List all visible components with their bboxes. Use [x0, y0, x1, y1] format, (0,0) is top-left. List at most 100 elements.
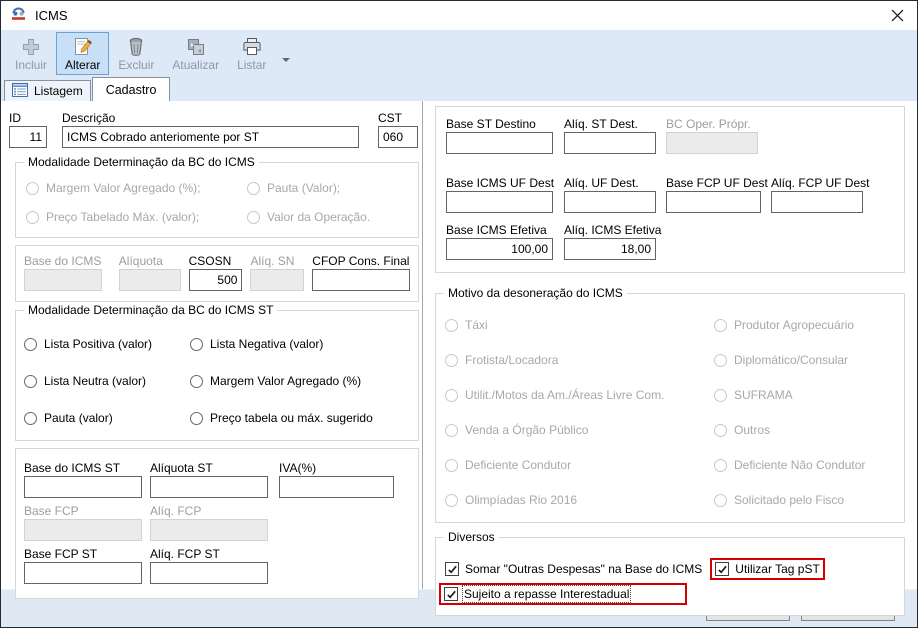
radio-lista-neutra[interactable]: Lista Neutra (valor): [24, 374, 190, 388]
radio-diplomatico-consular[interactable]: Diplomático/Consular: [714, 353, 904, 367]
checkbox-somar-outras-despesas[interactable]: Somar "Outras Despesas" na Base do ICMS: [445, 561, 702, 577]
close-icon[interactable]: [877, 1, 917, 30]
checkbox-sujeito-repasse-interestadual[interactable]: Sujeito a repasse Interestadual: [444, 586, 629, 602]
radio-margem-valor-agregado[interactable]: Margem Valor Agregado (%);: [26, 181, 247, 195]
checkbox-utilizar-tag-pst[interactable]: Utilizar Tag pST: [715, 561, 819, 577]
toolbar-button-alterar[interactable]: Alterar: [56, 32, 109, 75]
radio-solicitado-pelo-fisco[interactable]: Solicitado pelo Fisco: [714, 493, 904, 507]
radio-taxi[interactable]: Táxi: [445, 318, 714, 332]
tab-cadastro[interactable]: Cadastro: [92, 77, 171, 101]
cst-field[interactable]: CST 060: [378, 111, 418, 148]
aliq-fcp-uf-dest-input[interactable]: [771, 191, 863, 213]
base-do-icms-st-field[interactable]: Base do ICMS ST: [24, 461, 142, 498]
groupbox-modalidade-bc: Modalidade Determinação da BC do ICMS Ma…: [15, 162, 419, 238]
radio-circle-icon: [247, 182, 260, 195]
aliq-st-dest-field[interactable]: Alíq. ST Dest.: [564, 117, 656, 154]
radio-lista-positiva[interactable]: Lista Positiva (valor): [24, 337, 190, 351]
checkbox-checked-icon: [715, 562, 729, 576]
csosn-input[interactable]: 500: [189, 269, 243, 291]
iva-input[interactable]: [279, 476, 394, 498]
tab-label: Listagem: [34, 84, 83, 98]
radio-circle-icon: [445, 494, 458, 507]
radio-lista-negativa[interactable]: Lista Negativa (valor): [190, 337, 418, 351]
groupbox-diversos: Diversos Somar "Outras Despesas" na Base…: [435, 537, 905, 616]
iva-field[interactable]: IVA(%): [279, 461, 394, 498]
id-input[interactable]: 11: [9, 126, 47, 148]
descricao-field[interactable]: Descrição ICMS Cobrado anteriomente por …: [62, 111, 359, 148]
base-fcp-uf-dest-field[interactable]: Base FCP UF Dest: [666, 176, 761, 213]
base-fcp-input: [24, 519, 142, 541]
radio-preco-tabela-max-sugerido[interactable]: Preço tabela ou máx. sugerido: [190, 411, 418, 425]
cfop-cons-final-field[interactable]: CFOP Cons. Final: [312, 254, 410, 291]
highlight-box-utilizar-tag-pst: Utilizar Tag pST: [710, 558, 824, 580]
toolbar-button-label: Listar: [237, 58, 266, 72]
aliq-fcp-field: Alíq. FCP: [150, 504, 268, 541]
aliq-st-dest-input[interactable]: [564, 132, 656, 154]
base-icms-uf-dest-input[interactable]: [446, 191, 553, 213]
groupbox-title: Modalidade Determinação da BC do ICMS: [24, 155, 259, 169]
base-st-destino-field[interactable]: Base ST Destino: [446, 117, 553, 154]
radio-preco-tabelado-max[interactable]: Preço Tabelado Máx. (valor);: [26, 210, 247, 224]
base-st-destino-input[interactable]: [446, 132, 553, 154]
aliq-sn-input: [250, 269, 304, 291]
base-fcp-st-field[interactable]: Base FCP ST: [24, 547, 142, 584]
radio-suframa[interactable]: SUFRAMA: [714, 388, 904, 402]
aliq-uf-dest-input[interactable]: [564, 191, 656, 213]
base-fcp-uf-dest-input[interactable]: [666, 191, 761, 213]
cadastro-panel: ID 11 Descrição ICMS Cobrado anterioment…: [1, 101, 917, 589]
base-fcp-st-input[interactable]: [24, 562, 142, 584]
radio-outros[interactable]: Outros: [714, 423, 904, 437]
aliq-icms-efetiva-input[interactable]: 18,00: [564, 238, 656, 260]
aliq-uf-dest-field[interactable]: Alíq. UF Dest.: [564, 176, 656, 213]
toolbar: Incluir Alterar: [1, 30, 917, 77]
cst-input[interactable]: 060: [378, 126, 418, 148]
column-divider: [422, 101, 423, 589]
radio-utilit-motos-am[interactable]: Utilit./Motos da Am./Áreas Livre Com.: [445, 388, 714, 402]
aliquota-st-field[interactable]: Alíquota ST: [150, 461, 268, 498]
radio-deficiente-condutor[interactable]: Deficiente Condutor: [445, 458, 714, 472]
bc-oper-propr-field: BC Oper. Própr.: [666, 117, 758, 154]
radio-frotista-locadora[interactable]: Frotista/Locadora: [445, 353, 714, 367]
aliq-fcp-st-input[interactable]: [150, 562, 268, 584]
toolbar-button-excluir[interactable]: Excluir: [109, 32, 163, 75]
toolbar-button-incluir[interactable]: Incluir: [6, 32, 56, 75]
aliq-fcp-uf-dest-field[interactable]: Alíq. FCP UF Dest: [771, 176, 863, 213]
highlight-box-sujeito-repasse: Sujeito a repasse Interestadual: [439, 583, 687, 605]
aliq-sn-field: Alíq. SN: [250, 254, 304, 291]
base-icms-efetiva-field[interactable]: Base ICMS Efetiva 100,00: [446, 223, 553, 260]
radio-circle-icon: [24, 375, 37, 388]
base-icms-efetiva-input[interactable]: 100,00: [446, 238, 553, 260]
radio-circle-icon: [445, 389, 458, 402]
radio-produtor-agropecuario[interactable]: Produtor Agropecuário: [714, 318, 904, 332]
radio-venda-orgao-publico[interactable]: Venda a Órgão Público: [445, 423, 714, 437]
radio-olimpiadas-rio-2016[interactable]: Olimpíadas Rio 2016: [445, 493, 714, 507]
radio-circle-icon: [714, 319, 727, 332]
base-do-icms-st-input[interactable]: [24, 476, 142, 498]
toolbar-button-listar[interactable]: Listar: [228, 32, 275, 75]
id-field[interactable]: ID 11: [9, 111, 47, 148]
aliquota-st-input[interactable]: [150, 476, 268, 498]
descricao-input[interactable]: ICMS Cobrado anteriomente por ST: [62, 126, 359, 148]
radio-pauta-valor-st[interactable]: Pauta (valor): [24, 411, 190, 425]
radio-pauta-valor[interactable]: Pauta (Valor);: [247, 181, 418, 195]
toolbar-button-label: Excluir: [118, 58, 154, 72]
aliq-icms-efetiva-field[interactable]: Alíq. ICMS Efetiva 18,00: [564, 223, 656, 260]
radio-circle-icon: [445, 424, 458, 437]
toolbar-dropdown-caret-icon[interactable]: [282, 58, 290, 66]
radio-margem-valor-agregado-st[interactable]: Margem Valor Agregado (%): [190, 374, 418, 388]
radio-circle-icon: [445, 354, 458, 367]
aliq-fcp-st-field[interactable]: Alíq. FCP ST: [150, 547, 268, 584]
csosn-field[interactable]: CSOSN 500: [189, 254, 243, 291]
tab-listagem[interactable]: Listagem: [4, 80, 91, 101]
radio-circle-icon: [445, 459, 458, 472]
cfop-cons-final-input[interactable]: [312, 269, 410, 291]
aliquota-field: Alíquota: [119, 254, 181, 291]
radio-deficiente-nao-condutor[interactable]: Deficiente Não Condutor: [714, 458, 904, 472]
toolbar-button-atualizar[interactable]: Atualizar: [163, 32, 228, 75]
radio-valor-da-operacao[interactable]: Valor da Operação.: [247, 210, 418, 224]
base-icms-uf-dest-field[interactable]: Base ICMS UF Dest: [446, 176, 553, 213]
groupbox-modalidade-bc-st: Modalidade Determinação da BC do ICMS ST…: [15, 310, 419, 441]
cst-label: CST: [378, 111, 418, 126]
radio-circle-icon: [714, 354, 727, 367]
app-logo-icon: [10, 6, 27, 25]
